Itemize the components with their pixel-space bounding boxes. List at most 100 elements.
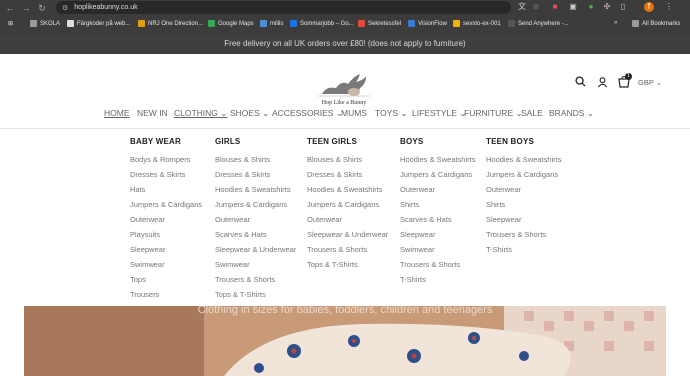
bookmark-item[interactable]: VisionFlow <box>408 20 447 27</box>
back-icon[interactable]: ← <box>4 3 16 13</box>
menu-column-title[interactable]: GIRLS <box>215 137 296 146</box>
menu-link[interactable]: Sleepwear <box>486 212 561 227</box>
menu-kebab-icon[interactable]: ⋮ <box>664 2 674 12</box>
folder-icon <box>632 20 639 27</box>
menu-link[interactable]: Shirts <box>486 197 561 212</box>
menu-link[interactable]: Playsuits <box>130 227 202 242</box>
search-icon[interactable] <box>575 76 586 90</box>
menu-link[interactable]: Sleepwear & Underwear <box>215 242 296 257</box>
menu-link[interactable]: Outerwear <box>400 182 475 197</box>
translate-icon[interactable]: 文 <box>517 2 527 12</box>
extension-icon-2[interactable]: ▣ <box>568 2 578 12</box>
sidebar-icon[interactable]: ▯ <box>618 2 628 12</box>
menu-link[interactable]: Hoodies & Sweatshirts <box>215 182 296 197</box>
menu-link[interactable]: Sleepwear <box>400 227 475 242</box>
reload-icon[interactable]: ↻ <box>36 3 48 14</box>
bookmark-item[interactable]: Sommarjobb – Go... <box>290 20 354 27</box>
menu-link[interactable]: Dresses & Skirts <box>215 167 296 182</box>
menu-link[interactable]: Dresses & Skirts <box>307 167 388 182</box>
menu-link[interactable]: Jumpers & Cardigans <box>400 167 475 182</box>
menu-link[interactable]: Hats <box>130 182 202 197</box>
menu-link[interactable]: Shirts <box>400 197 475 212</box>
menu-link[interactable]: Scarves & Hats <box>400 212 475 227</box>
menu-link[interactable]: Trousers <box>130 287 202 302</box>
nav-furniture[interactable]: FURNITURE ⌄ <box>464 108 523 119</box>
chevron-down-icon: ⌄ <box>400 108 408 118</box>
menu-link[interactable]: Outerwear <box>130 212 202 227</box>
menu-link[interactable]: Jumpers & Cardigans <box>486 167 561 182</box>
menu-column-girls: GIRLS Blouses & Shirts Dresses & Skirts … <box>215 137 296 302</box>
forward-icon[interactable]: → <box>20 3 32 13</box>
menu-link[interactable]: T-Shirts <box>400 272 475 287</box>
profile-avatar[interactable]: f <box>644 2 654 12</box>
menu-column-title[interactable]: TEEN GIRLS <box>307 137 388 146</box>
menu-link[interactable]: Outerwear <box>307 212 388 227</box>
extensions-puzzle-icon[interactable]: ✣ <box>602 2 612 12</box>
cart-count-badge: 1 <box>625 73 632 80</box>
menu-column-title[interactable]: BABY WEAR <box>130 137 202 146</box>
menu-link[interactable]: Trousers & Shorts <box>215 272 296 287</box>
menu-link[interactable]: Swimwear <box>400 242 475 257</box>
menu-link[interactable]: Tops & T-Shirts <box>215 287 296 302</box>
bookmark-item[interactable]: Färgkoder på web... <box>67 20 130 27</box>
menu-link[interactable]: Scarves & Hats <box>215 227 296 242</box>
address-bar[interactable]: ⚙ hoplikeabunny.co.uk <box>56 1 511 14</box>
nav-clothing[interactable]: CLOTHING ⌄ <box>174 108 227 119</box>
nav-toys[interactable]: TOYS ⌄ <box>375 108 408 119</box>
apps-grid-icon[interactable]: ⊞ <box>8 20 13 27</box>
menu-column-title[interactable]: TEEN BOYS <box>486 137 561 146</box>
cart-icon[interactable]: 1 <box>618 73 632 91</box>
bookmark-item[interactable]: NRJ One Direction... <box>138 20 203 27</box>
currency-selector[interactable]: GBP ⌄ <box>638 78 662 87</box>
bookmark-item[interactable]: Send Anywhere -... <box>508 20 569 27</box>
bookmark-item[interactable]: Sekretessfel <box>358 20 401 27</box>
site-logo[interactable]: Hop Like a Bunny <box>314 66 374 108</box>
menu-link[interactable]: Trousers & Shorts <box>486 227 561 242</box>
menu-link[interactable]: Blouses & Shirts <box>307 152 388 167</box>
nav-brands[interactable]: BRANDS ⌄ <box>549 108 594 119</box>
menu-link[interactable]: Tops & T-Shirts <box>307 257 388 272</box>
nav-lifestyle[interactable]: LIFESTYLE ⌄ <box>412 108 466 119</box>
nav-mums[interactable]: MUMS <box>341 108 367 118</box>
menu-link[interactable]: Hoodies & Sweatshirts <box>486 152 561 167</box>
menu-link[interactable]: Outerwear <box>486 182 561 197</box>
nav-home[interactable]: HOME <box>104 108 130 118</box>
bookmark-item[interactable]: SKOLA <box>30 20 60 27</box>
menu-link[interactable]: Blouses & Shirts <box>215 152 296 167</box>
bookmarks-bar: ⊞ SKOLA Färgkoder på web... NRJ One Dire… <box>0 16 690 34</box>
menu-link[interactable]: Jumpers & Cardigans <box>215 197 296 212</box>
menu-link[interactable]: Sleepwear <box>130 242 202 257</box>
bookmark-star-icon[interactable]: ☆ <box>531 2 541 12</box>
menu-link[interactable]: Swimwear <box>130 257 202 272</box>
menu-link[interactable]: T-Shirts <box>486 242 561 257</box>
nav-new-in[interactable]: NEW IN <box>137 108 168 118</box>
account-icon[interactable] <box>597 76 608 91</box>
menu-column-title[interactable]: BOYS <box>400 137 475 146</box>
menu-link[interactable]: Jumpers & Cardigans <box>130 197 202 212</box>
menu-link[interactable]: Bodys & Rompers <box>130 152 202 167</box>
all-bookmarks[interactable]: All Bookmarks <box>632 20 680 27</box>
more-bookmarks-icon[interactable]: » <box>614 20 617 26</box>
menu-link[interactable]: Jumpers & Cardigans <box>307 197 388 212</box>
menu-link[interactable]: Hoodies & Sweatshirts <box>307 182 388 197</box>
site-info-icon[interactable]: ⚙ <box>62 4 68 12</box>
menu-link[interactable]: Dresses & Skirts <box>130 167 202 182</box>
bookmark-label: VisionFlow <box>418 20 447 27</box>
menu-link[interactable]: Trousers & Shorts <box>307 242 388 257</box>
menu-link[interactable]: Trousers & Shorts <box>400 257 475 272</box>
extension-icon[interactable]: ■ <box>550 2 560 12</box>
chevron-down-icon: ⌄ <box>586 108 594 118</box>
menu-link[interactable]: Swimwear <box>215 257 296 272</box>
menu-link[interactable]: Hoodies & Sweatshirts <box>400 152 475 167</box>
menu-link[interactable]: Sleepwear & Underwear <box>307 227 388 242</box>
nav-accessories[interactable]: ACCESSORIES ⌄ <box>272 108 343 119</box>
nav-shoes[interactable]: SHOES ⌄ <box>230 108 269 119</box>
bookmark-item[interactable]: millis <box>260 20 283 27</box>
bookmark-item[interactable]: sevsto-ex-001 <box>453 20 501 27</box>
nav-sale[interactable]: SALE <box>521 108 543 118</box>
menu-link[interactable]: Tops <box>130 272 202 287</box>
extension-icon-3[interactable]: ● <box>586 2 596 12</box>
bookmark-item[interactable]: Google Maps <box>208 20 254 27</box>
nav-clothing-label: CLOTHING <box>174 108 218 118</box>
menu-link[interactable]: Outerwear <box>215 212 296 227</box>
